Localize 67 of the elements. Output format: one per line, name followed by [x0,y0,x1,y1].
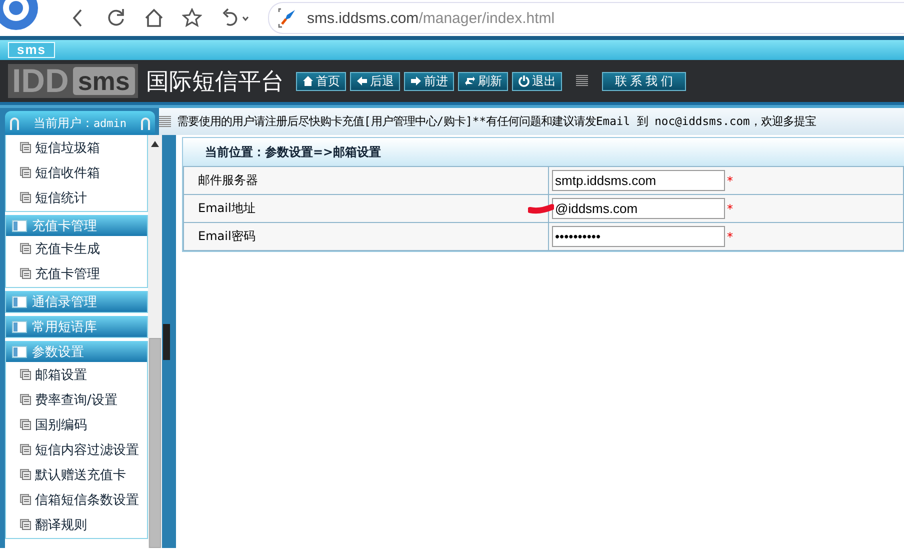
sidebar-item[interactable]: 国别编码 [6,412,147,437]
sidebar-item[interactable]: 充值卡管理 [6,261,147,286]
page-icon [20,268,31,279]
input-field[interactable]: @iddsms.com [552,198,725,219]
page-icon [20,469,31,480]
page-icon [20,243,31,254]
panel-icon [12,220,27,232]
input-field[interactable]: smtp.iddsms.com [552,170,725,191]
sidebar-item[interactable]: 充值卡生成 [6,236,147,261]
notice-text: 需要使用的用户请注册后尽快购卡充值[用户管理中心/购卡]**有任何问题和建议请发Email 到 noc@iddsms.com，欢迎多提宝 [177,114,816,129]
sidebar-item[interactable]: 默认赠送充值卡 [6,462,147,487]
sidebar-item[interactable]: 信箱短信条数设置 [6,487,147,512]
page-icon [20,167,31,178]
panel-icon [12,320,27,332]
reload-icon[interactable] [106,8,126,28]
panel-icon [12,346,27,358]
ring-icon [9,116,20,130]
field-label: Email密码 [184,222,548,250]
page-icon [20,142,31,153]
required-mark: * [727,230,733,244]
grip-icon [576,75,588,87]
sidebar-item[interactable]: 翻译规则 [6,512,147,537]
url-text: sms.iddsms.com/manager/index.html [307,10,555,26]
page-icon [20,519,31,530]
nav-button[interactable]: 首页 [296,72,346,90]
sidebar-item[interactable]: 短信收件箱 [6,160,147,185]
back-icon [356,75,368,87]
page-icon [20,192,31,203]
sidebar-item[interactable]: 短信垃圾箱 [6,135,147,160]
collapse-handle[interactable] [163,324,170,360]
contact-button[interactable]: 联 系 我 们 [602,72,686,90]
address-bar[interactable]: sms.iddsms.com/manager/index.html [268,2,904,34]
page-icon [20,444,31,455]
nav-button[interactable]: 前进 [404,72,454,90]
nav-button[interactable]: 后退 [350,72,400,90]
nav-button[interactable]: 退出 [512,72,562,90]
field-label: 邮件服务器 [184,166,548,194]
home-icon[interactable] [144,8,164,28]
refresh-icon [464,75,476,87]
home-icon [302,75,314,87]
required-mark: * [727,174,733,188]
panel-icon [12,296,27,308]
forward-icon [410,75,422,87]
breadcrumb: 当前位置：参数设置=>邮箱设置 [183,138,904,166]
field-label: Email地址 [184,194,548,222]
star-icon[interactable] [182,8,202,28]
current-user-text: 当前用户：admin [33,114,127,132]
page-icon [20,494,31,505]
scroll-up-icon[interactable] [151,141,159,147]
input-field[interactable]: •••••••••• [552,226,725,247]
small-logo: sms [8,42,56,58]
ring-icon [140,116,151,130]
power-icon [518,75,530,87]
undo-icon[interactable] [220,8,250,28]
site-title: 国际短信平台 [146,68,284,96]
sidebar-item[interactable]: 邮箱设置 [6,362,147,387]
grip-icon [159,116,171,128]
nav-button[interactable]: 刷新 [458,72,508,90]
sidebar-item[interactable]: 短信统计 [6,185,147,210]
page-icon [20,369,31,380]
logo: IDD sms [8,64,138,98]
scrollbar[interactable] [148,135,162,548]
sidebar-item[interactable]: 费率查询/设置 [6,387,147,412]
required-mark: * [727,202,733,216]
page-icon [20,394,31,405]
sidebar-item[interactable]: 短信内容过滤设置 [6,437,147,462]
page-icon [20,419,31,430]
